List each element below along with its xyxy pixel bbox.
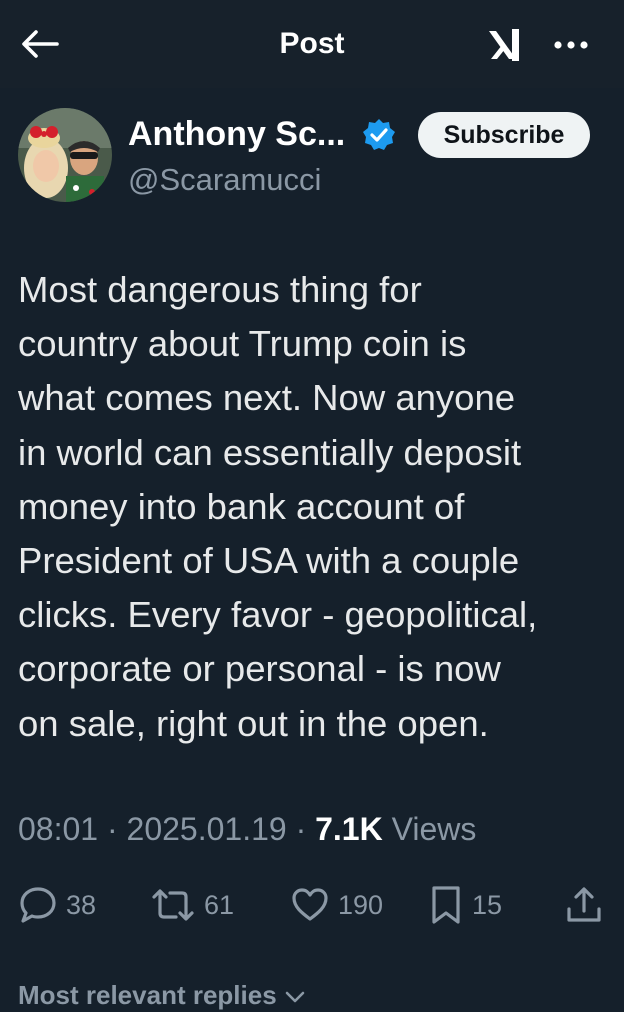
more-options-button[interactable]: [548, 22, 594, 68]
repost-icon: [152, 889, 194, 921]
grok-button[interactable]: [482, 22, 532, 68]
bookmark-button[interactable]: 15: [428, 880, 502, 930]
tweet-text-line: on sale, right out in the open.: [18, 702, 489, 744]
views-count[interactable]: 7.1K: [315, 811, 383, 847]
share-button[interactable]: [564, 880, 604, 930]
reply-button[interactable]: 38: [18, 880, 96, 930]
reply-count: 38: [66, 889, 97, 920]
tweet-text: Most dangerous thing for country about T…: [18, 263, 618, 751]
bookmark-count: 15: [472, 889, 503, 920]
avatar[interactable]: [18, 108, 112, 202]
author-handle[interactable]: @Scaramucci: [128, 160, 321, 200]
tweet-text-line: country about Trump coin is: [18, 323, 467, 365]
tweet-text-line: in world can essentially deposit: [18, 431, 522, 473]
tweet-text-line: President of USA with a couple: [18, 540, 520, 582]
action-bar: 38 61 190 15: [0, 880, 624, 930]
meta-separator: ·: [286, 811, 316, 847]
tweet-text-line: money into bank account of: [18, 485, 465, 527]
views-label: Views: [391, 811, 477, 847]
bookmark-icon: [432, 886, 460, 924]
chevron-down-icon: [285, 991, 305, 1003]
like-count: 190: [338, 889, 384, 920]
replies-sort-label: Most relevant replies: [18, 980, 277, 1010]
meta-separator: ·: [98, 811, 127, 847]
verified-badge-icon: [363, 119, 395, 150]
subscribe-button[interactable]: Subscribe: [418, 112, 590, 158]
tweet-text-line: what comes next. Now anyone: [18, 377, 516, 419]
grok-icon: [489, 29, 519, 61]
reply-icon: [20, 887, 56, 923]
top-bar: Post: [0, 0, 624, 88]
author-display-name[interactable]: Anthony Sc...: [128, 112, 345, 156]
repost-count: 61: [204, 889, 235, 920]
replies-sort-dropdown[interactable]: Most relevant replies: [18, 978, 306, 1012]
tweet-text-line: corporate or personal - is now: [18, 648, 501, 690]
like-icon: [292, 888, 328, 921]
tweet-text-line: Most dangerous thing for: [18, 269, 422, 310]
tweet-meta: 08:01 · 2025.01.19 · 7.1K Views: [18, 806, 476, 852]
tweet-text-line: clicks. Every favor - geopolitical,: [18, 594, 538, 636]
more-icon: [554, 41, 588, 49]
share-icon: [567, 887, 601, 922]
tweet-time[interactable]: 08:01: [18, 811, 98, 847]
repost-button[interactable]: 61: [150, 880, 234, 930]
like-button[interactable]: 190: [290, 880, 383, 930]
tweet-date[interactable]: 2025.01.19: [127, 811, 287, 847]
